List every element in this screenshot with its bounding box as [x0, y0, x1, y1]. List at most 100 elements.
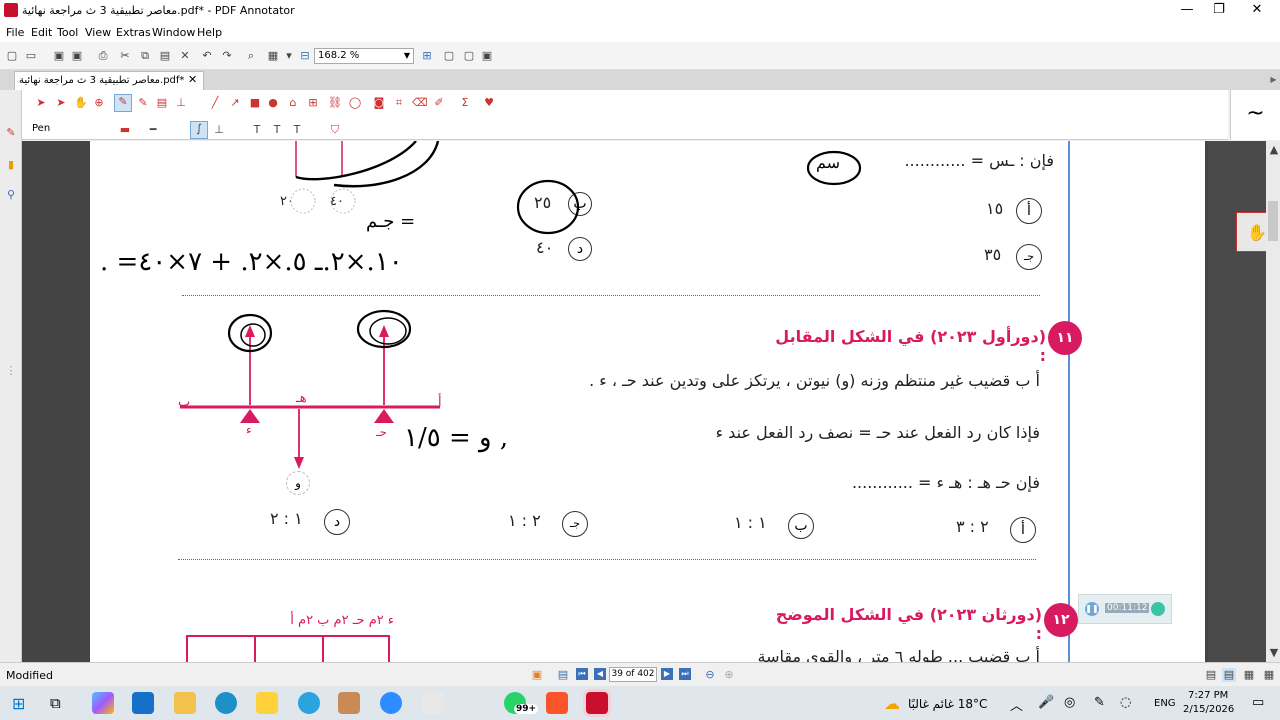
text-icon[interactable]: T	[250, 123, 264, 137]
usb-icon[interactable]	[422, 692, 444, 714]
zoom-out-icon[interactable]: ⊟	[298, 49, 312, 63]
menu-file[interactable]: File	[6, 26, 24, 39]
prev-page-icon[interactable]: ◀	[594, 668, 606, 680]
page-icon[interactable]: ▦	[266, 49, 280, 63]
text-strike-icon[interactable]: T	[290, 123, 304, 137]
telegram-icon[interactable]	[298, 692, 320, 714]
menu-help[interactable]: Help	[197, 26, 222, 39]
stop-icon[interactable]	[1151, 602, 1165, 616]
undo-icon[interactable]: ↶	[200, 49, 214, 63]
forward-icon[interactable]: ⊕	[722, 668, 736, 682]
pause-icon[interactable]: ❚❚	[1085, 602, 1099, 616]
continuous-view-icon[interactable]: ▤	[1222, 668, 1236, 682]
clock-date[interactable]: 2/15/2026	[1183, 704, 1234, 715]
start-icon[interactable]: ⊞	[12, 694, 25, 713]
print-icon[interactable]: ⎙	[96, 49, 110, 63]
brave-icon[interactable]	[546, 692, 568, 714]
sigma-icon[interactable]: Σ	[458, 96, 472, 110]
sidebar-pen-icon[interactable]: ✎	[4, 126, 18, 140]
eraser-icon[interactable]: ⌫	[412, 96, 428, 110]
menu-tool[interactable]: Tool	[57, 26, 78, 39]
select-text-icon[interactable]: ➤	[54, 96, 68, 110]
single-page-view-icon[interactable]: ▤	[1204, 668, 1218, 682]
hand-icon[interactable]: ✋	[74, 96, 88, 110]
copy-icon[interactable]: ⧉	[138, 49, 152, 63]
arrow-icon[interactable]: ↗	[228, 96, 242, 110]
back-icon[interactable]: ⊖	[703, 668, 717, 682]
dropdown-icon[interactable]: ▾	[282, 49, 296, 63]
scroll-down-icon[interactable]: ▼	[1267, 646, 1280, 660]
grid-view-icon[interactable]: ▦	[1262, 668, 1276, 682]
zoom-input[interactable]: 168.2 %	[314, 48, 414, 64]
rectangle-icon[interactable]: ■	[248, 96, 262, 110]
tray-network-icon[interactable]: ◌	[1120, 695, 1131, 710]
eraser-alt-icon[interactable]: ✐	[432, 96, 446, 110]
store-icon[interactable]	[132, 692, 154, 714]
tray-pen-icon[interactable]: ✎	[1094, 695, 1105, 710]
zoom-dropdown-icon[interactable]: ▼	[401, 49, 413, 63]
photo-app-icon[interactable]	[338, 692, 360, 714]
recording-timer[interactable]: ❚❚ 00:11:12	[1078, 594, 1172, 624]
status-icon-1[interactable]: ▣	[530, 668, 544, 682]
task-view-icon[interactable]: ⧉	[50, 694, 61, 712]
last-page-icon[interactable]: ⏭	[679, 668, 691, 680]
notes-icon[interactable]	[256, 692, 278, 714]
pen-tool-icon[interactable]: ✎	[114, 94, 132, 112]
link-icon[interactable]: ⛓	[328, 96, 342, 110]
scroll-up-icon[interactable]: ▲	[1267, 143, 1280, 157]
zoom-tool-icon[interactable]: ⊕	[92, 96, 106, 110]
menu-view[interactable]: View	[85, 26, 111, 39]
stamp-icon[interactable]: ⊥	[174, 96, 188, 110]
next-page-icon[interactable]: ▶	[661, 668, 673, 680]
weather-text[interactable]: 18°C غائم غالبًا	[908, 697, 987, 711]
cut-icon[interactable]: ✂	[118, 49, 132, 63]
notification-icon[interactable]: ▭	[1252, 695, 1264, 710]
ellipse-icon[interactable]: ●	[266, 96, 280, 110]
full-screen-icon[interactable]: ▣	[480, 49, 494, 63]
new-icon[interactable]: ▢	[5, 49, 19, 63]
camera-icon[interactable]: ◙	[372, 96, 386, 110]
menu-edit[interactable]: Edit	[31, 26, 52, 39]
measure-icon[interactable]: ⊞	[306, 96, 320, 110]
copilot-icon[interactable]	[92, 692, 114, 714]
menu-extras[interactable]: Extras	[116, 26, 151, 39]
sidebar-folder-icon[interactable]: ▮	[4, 158, 18, 172]
straight-icon[interactable]: ⊥	[212, 123, 226, 137]
smooth-icon[interactable]: ∫	[190, 121, 208, 139]
sidebar-attach-icon[interactable]: ⚲	[4, 188, 18, 202]
pen-color-icon[interactable]: ▬	[118, 123, 132, 137]
first-page-icon[interactable]: ⏮	[576, 668, 588, 680]
find-icon[interactable]: ⌕	[244, 49, 258, 63]
save-icon[interactable]: ▣	[52, 49, 66, 63]
polygon-icon[interactable]: ⌂	[286, 96, 300, 110]
favorites-icon[interactable]: ♥	[482, 96, 496, 110]
save-as-icon[interactable]: ▣	[70, 49, 84, 63]
line-width-icon[interactable]: ━	[146, 123, 160, 137]
tray-chevron-icon[interactable]: ︿	[1010, 695, 1023, 714]
two-page-view-icon[interactable]: ▦	[1242, 668, 1256, 682]
microphone-icon[interactable]: 🎤	[1038, 695, 1054, 710]
scroll-thumb[interactable]	[1268, 201, 1278, 241]
menu-window[interactable]: Window	[152, 26, 195, 39]
page-number-input[interactable]: 39 of 402	[609, 667, 657, 682]
zoom-icon[interactable]	[380, 692, 402, 714]
sidebar-grip-icon[interactable]: ⋮	[4, 364, 18, 378]
highlighter-icon[interactable]: ✎	[136, 96, 150, 110]
paste-icon[interactable]: ▤	[158, 49, 172, 63]
file-explorer-icon[interactable]	[174, 692, 196, 714]
open-icon[interactable]: ▭	[24, 49, 38, 63]
line-icon[interactable]: ╱	[208, 96, 222, 110]
close-button[interactable]: ✕	[1234, 0, 1280, 22]
comment-icon[interactable]: ◯	[348, 96, 362, 110]
pdf-page[interactable]: ٢٠ ٤٠ فإن : ـس = ............ ٢٥ ب ١٥ أ …	[90, 141, 1205, 662]
language-indicator[interactable]: ENG	[1154, 698, 1176, 709]
tab-close-icon[interactable]: ✕	[188, 73, 197, 86]
clock-time[interactable]: 7:27 PM	[1188, 690, 1228, 701]
select-icon[interactable]: ➤	[34, 96, 48, 110]
document-tab[interactable]: معاصر تطبيقية 3 ث مراجعة نهائية.pdf*	[14, 71, 204, 90]
delete-icon[interactable]: ✕	[178, 49, 192, 63]
vertical-scrollbar[interactable]: ▲ ▼	[1266, 141, 1280, 662]
text-alt-icon[interactable]: T	[270, 123, 284, 137]
zoom-in-icon[interactable]: ⊞	[420, 49, 434, 63]
weather-icon[interactable]: ☁	[884, 694, 900, 713]
